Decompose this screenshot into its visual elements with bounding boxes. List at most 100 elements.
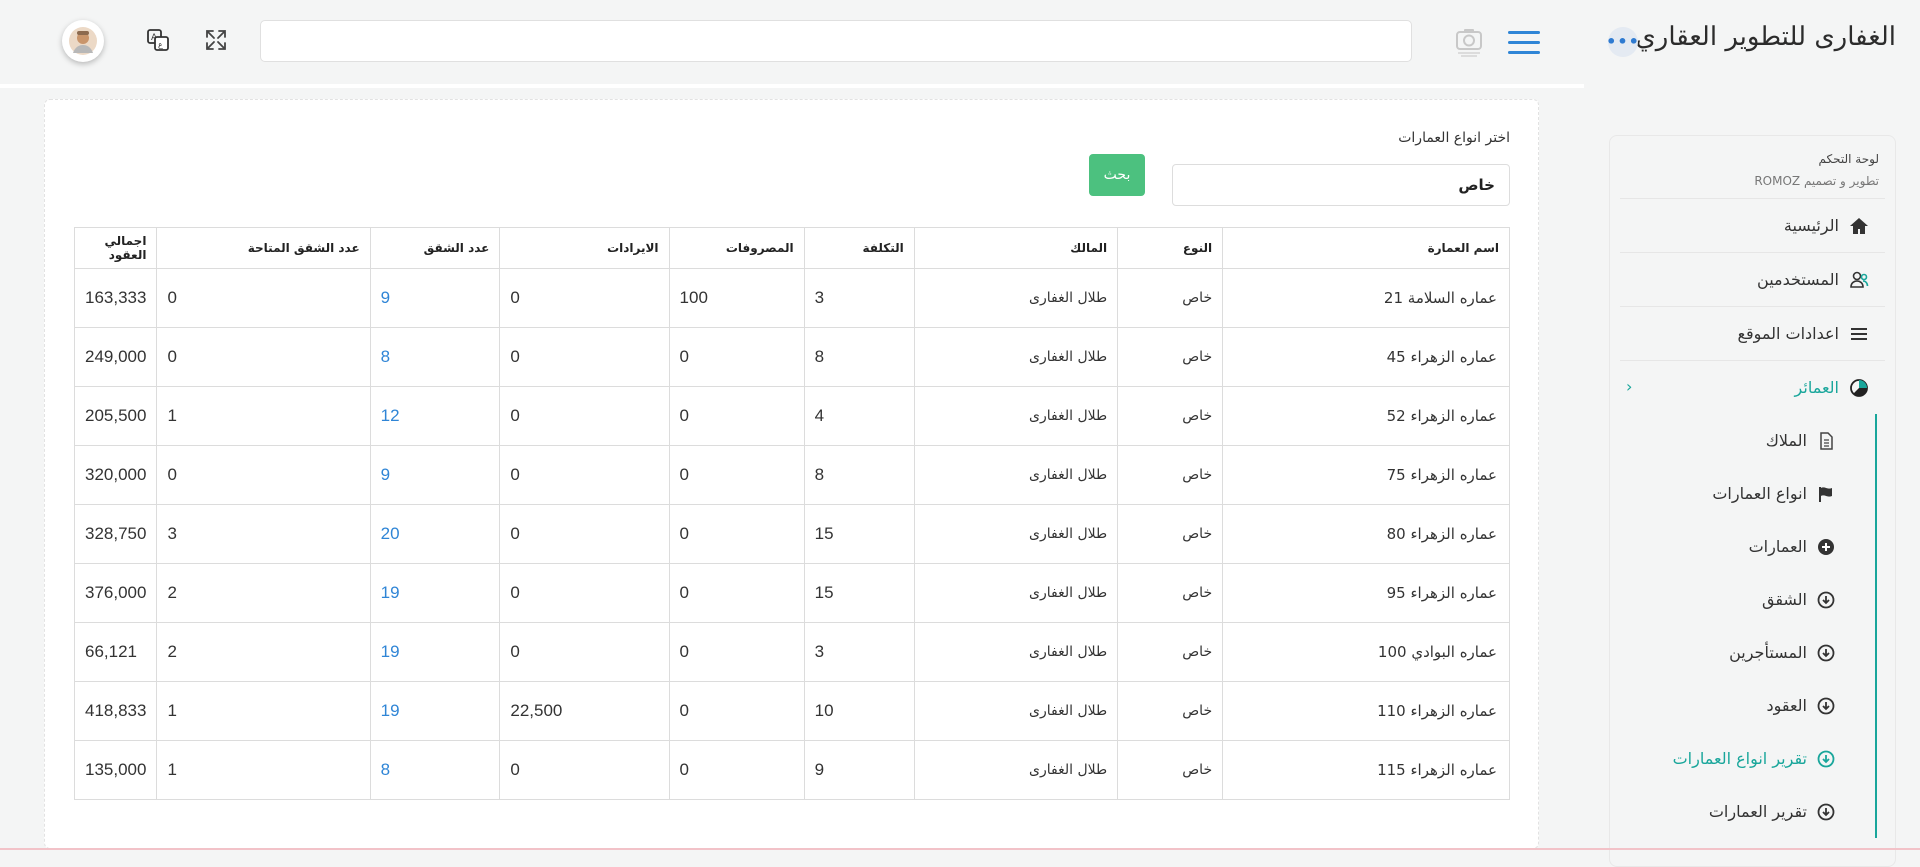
cost-cell: 15 xyxy=(803,504,915,564)
revenue-cell: 0 xyxy=(499,268,670,328)
available-apartments-cell: 0 xyxy=(156,327,371,387)
site-brand-title: الغفارى للتطوير العقاري xyxy=(1635,22,1896,52)
available-apartments-cell: 3 xyxy=(156,504,371,564)
table-row: عماره السلامة 21 خاص طلال الغفارى 3 100 … xyxy=(73,268,1510,328)
total-contracts-cell: 163,333 xyxy=(73,268,158,328)
circle-down-icon xyxy=(1817,644,1835,662)
sidebar-item-site-settings[interactable]: اعدادات الموقع xyxy=(1620,307,1885,361)
global-search-input[interactable] xyxy=(260,20,1412,62)
column-header: النوع xyxy=(1117,227,1224,269)
type-cell: خاص xyxy=(1117,445,1224,505)
sidebar: لوحة التحكم تطوير و تصميم ROMOZ الرئيسية… xyxy=(1609,135,1896,867)
users-icon xyxy=(1849,270,1869,290)
owner-cell: طلال الغفارى xyxy=(913,740,1119,800)
apartments-count-link[interactable]: 12 xyxy=(369,386,501,446)
apartments-count-link[interactable]: 19 xyxy=(369,622,501,682)
sidebar-subitem-tenants[interactable]: المستأجرين xyxy=(1620,626,1875,679)
total-contracts-cell: 205,500 xyxy=(73,386,158,446)
sidebar-subitem-buildings[interactable]: العمارات xyxy=(1620,520,1875,573)
sidebar-subitem-label: تقرير انواع العمارات xyxy=(1672,749,1807,768)
sidebar-subitem-buildings-report[interactable]: تقرير العمارات xyxy=(1620,785,1875,838)
sidebar-subitem-building-types-report[interactable]: تقرير انواع العمارات xyxy=(1620,732,1875,785)
building-name-cell: عماره السلامة 21 xyxy=(1222,268,1510,328)
cost-cell: 3 xyxy=(803,622,915,682)
sidebar-subitem-label: تقرير العمارات xyxy=(1708,802,1807,821)
table-row: عماره الزهراء 80 خاص طلال الغفارى 15 0 0… xyxy=(73,504,1510,564)
sidebar-subitem-building-types[interactable]: انواع العمارات xyxy=(1620,467,1875,520)
apartments-count-link[interactable]: 20 xyxy=(369,504,501,564)
sidebar-subitem-owners[interactable]: الملاك xyxy=(1620,414,1875,467)
expenses-cell: 0 xyxy=(668,622,805,682)
building-name-cell: عماره الزهراء 45 xyxy=(1222,327,1510,387)
owner-cell: طلال الغفارى xyxy=(913,445,1119,505)
column-header: اجمالي العقود xyxy=(73,227,158,269)
sidebar-submenu: الملاك انواع العمارات العمارات الشقق الم… xyxy=(1620,414,1877,838)
sidebar-item-label: المستخدمين xyxy=(1757,270,1839,289)
revenue-cell: 0 xyxy=(499,740,670,800)
available-apartments-cell: 0 xyxy=(156,445,371,505)
user-avatar[interactable] xyxy=(62,20,104,62)
cost-cell: 4 xyxy=(803,386,915,446)
column-header: المالك xyxy=(913,227,1119,269)
sidebar-item-buildings[interactable]: العمائر ‹ xyxy=(1620,361,1885,414)
search-button[interactable]: بحث xyxy=(1089,154,1145,196)
revenue-cell: 22,500 xyxy=(499,681,670,741)
apartments-count-link[interactable]: 8 xyxy=(369,327,501,387)
menu-toggle-icon[interactable] xyxy=(1508,31,1540,54)
column-header: عدد الشقق xyxy=(369,227,501,269)
total-contracts-cell: 328,750 xyxy=(73,504,158,564)
apartments-count-link[interactable]: 9 xyxy=(369,445,501,505)
revenue-cell: 0 xyxy=(499,386,670,446)
column-header: الايرادات xyxy=(499,227,670,269)
expenses-cell: 0 xyxy=(668,386,805,446)
circle-down-icon xyxy=(1817,803,1835,821)
available-apartments-cell: 0 xyxy=(156,268,371,328)
building-type-filter-label: اختر انواع العمارات xyxy=(1398,130,1510,146)
more-options-icon[interactable]: ••• xyxy=(1606,27,1639,57)
sidebar-subtitle: تطوير و تصميم ROMOZ xyxy=(1754,174,1879,188)
sidebar-subitem-apartments[interactable]: الشقق xyxy=(1620,573,1875,626)
cost-cell: 9 xyxy=(803,740,915,800)
total-contracts-cell: 418,833 xyxy=(73,681,158,741)
cost-cell: 3 xyxy=(803,268,915,328)
sidebar-subitem-label: العقود xyxy=(1766,696,1807,715)
cost-cell: 15 xyxy=(803,563,915,623)
sidebar-subitem-label: الملاك xyxy=(1765,431,1807,450)
type-cell: خاص xyxy=(1117,681,1224,741)
buildings-report-table: اسم العمارة النوع المالك التكلفة المصروف… xyxy=(73,227,1510,800)
revenue-cell: 0 xyxy=(499,622,670,682)
building-name-cell: عماره الزهراء 80 xyxy=(1222,504,1510,564)
building-name-cell: عماره البوادي 100 xyxy=(1222,622,1510,682)
total-contracts-cell: 66,121 xyxy=(73,622,158,682)
translate-icon[interactable]: A ع xyxy=(146,28,170,52)
report-card: اختر انواع العمارات بحث اسم العمارة النو… xyxy=(44,99,1539,849)
table-row: عماره الزهراء 115 خاص طلال الغفارى 9 0 0… xyxy=(73,740,1510,800)
sidebar-item-users[interactable]: المستخدمين xyxy=(1620,253,1885,307)
apartments-count-link[interactable]: 19 xyxy=(369,681,501,741)
fullscreen-icon[interactable] xyxy=(204,28,228,52)
sidebar-subitem-contracts[interactable]: العقود xyxy=(1620,679,1875,732)
sidebar-subitem-label: العمارات xyxy=(1748,537,1807,556)
table-row: عماره الزهراء 110 خاص طلال الغفارى 10 0 … xyxy=(73,681,1510,741)
plus-circle-icon xyxy=(1817,538,1835,556)
total-contracts-cell: 249,000 xyxy=(73,327,158,387)
chevron-icon[interactable]: ‹ xyxy=(1626,377,1632,396)
apartments-count-link[interactable]: 19 xyxy=(369,563,501,623)
circle-down-icon xyxy=(1817,750,1835,768)
column-header: اسم العمارة xyxy=(1222,227,1510,269)
sidebar-item-home[interactable]: الرئيسية xyxy=(1620,199,1885,253)
owner-cell: طلال الغفارى xyxy=(913,563,1119,623)
type-cell: خاص xyxy=(1117,563,1224,623)
revenue-cell: 0 xyxy=(499,563,670,623)
apartments-count-link[interactable]: 9 xyxy=(369,268,501,328)
owner-cell: طلال الغفارى xyxy=(913,327,1119,387)
type-cell: خاص xyxy=(1117,327,1224,387)
cost-cell: 10 xyxy=(803,681,915,741)
table-row: عماره الزهراء 75 خاص طلال الغفارى 8 0 0 … xyxy=(73,445,1510,505)
home-icon xyxy=(1849,216,1869,236)
type-cell: خاص xyxy=(1117,740,1224,800)
expenses-cell: 0 xyxy=(668,563,805,623)
building-type-select[interactable] xyxy=(1172,164,1510,206)
apartments-count-link[interactable]: 8 xyxy=(369,740,501,800)
type-cell: خاص xyxy=(1117,268,1224,328)
